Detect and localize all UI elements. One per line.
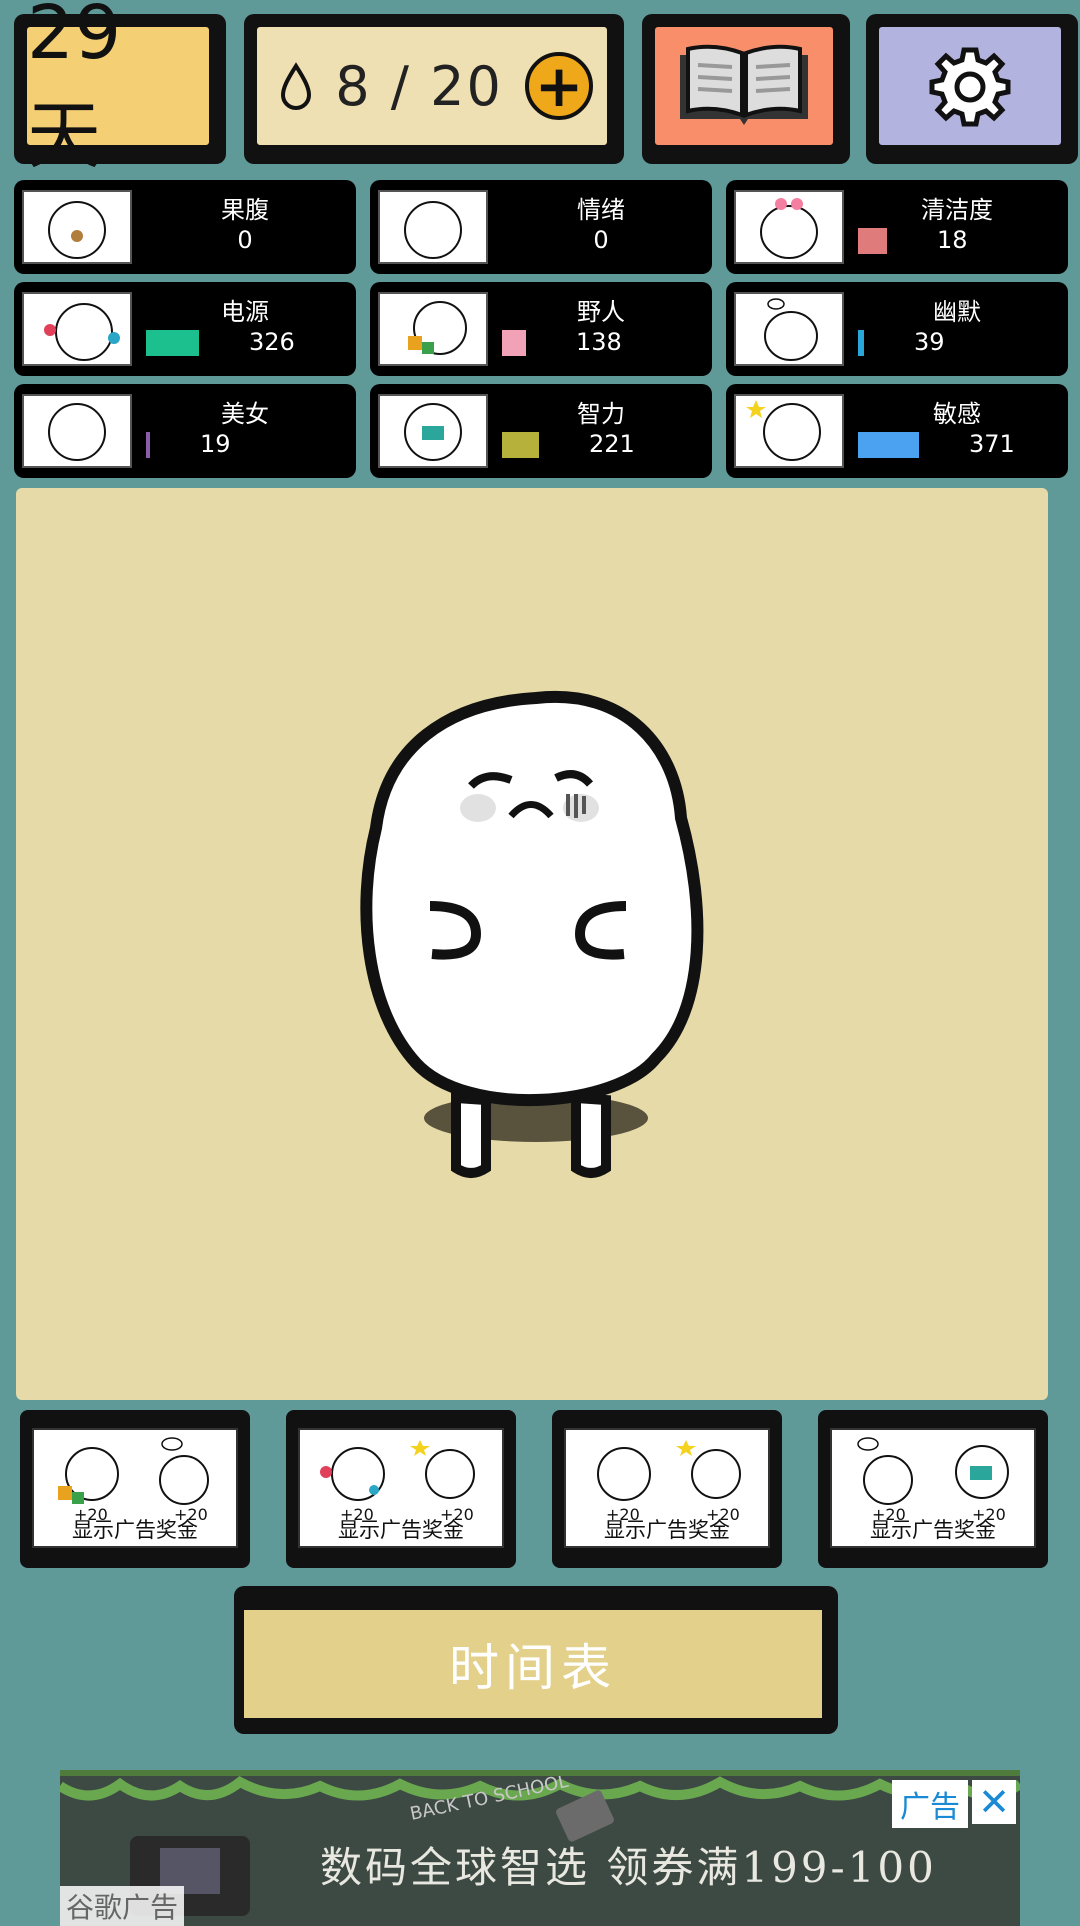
schedule-button-label: 时间表 (244, 1610, 822, 1718)
character-pair (597, 1440, 741, 1501)
character-portrait (22, 394, 132, 468)
stat-name: 电源 (221, 298, 269, 326)
stat-name: 清洁度 (921, 196, 993, 224)
ad-card-label: 显示广告奖金 (72, 1518, 198, 1542)
stat-name: 敏感 (933, 400, 981, 428)
stat-card-humor: 幽默 39 (726, 282, 1068, 376)
stat-value: 0 (237, 226, 253, 254)
stat-value: 19 (200, 430, 231, 458)
character-pair (857, 1437, 1009, 1505)
stat-value: 221 (589, 430, 635, 458)
character-portrait (734, 190, 844, 264)
stat-card-beauty: 美女 19 (14, 384, 356, 478)
character-portrait (734, 394, 844, 468)
stat-card-intelligence: 智力 221 (370, 384, 712, 478)
character-portrait (378, 394, 488, 468)
stat-bar (502, 330, 526, 356)
character-portrait (22, 292, 132, 366)
ad-label: 广告 (892, 1780, 968, 1828)
stat-value: 39 (914, 328, 945, 356)
banner-text: 数码全球智选 领券满199-100 (320, 1843, 937, 1892)
stat-value: 138 (576, 328, 622, 356)
gear-icon (929, 47, 1011, 127)
stat-bar (858, 432, 919, 458)
stat-name: 幽默 (933, 298, 981, 326)
stat-value: 18 (937, 226, 968, 254)
ad-card-label: 显示广告奖金 (338, 1518, 464, 1542)
stat-name: 果腹 (221, 196, 269, 224)
character-portrait (22, 190, 132, 264)
ad-bonus-button[interactable]: +20 +20 显示广告奖金 (818, 1410, 1048, 1568)
day-counter: 29 天 (14, 0, 226, 179)
schedule-button[interactable]: 时间表 (234, 1586, 838, 1734)
close-icon[interactable]: ✕ (972, 1780, 1016, 1824)
svg-text:BACK TO SCHOOL: BACK TO SCHOOL (408, 1776, 570, 1825)
stat-card-mood: 情绪 0 (370, 180, 712, 274)
stat-bar (858, 228, 887, 254)
ad-card-label: 显示广告奖金 (870, 1518, 996, 1542)
character-pair (58, 1437, 209, 1505)
book-icon (680, 44, 808, 125)
stat-card-power: 电源 326 (14, 282, 356, 376)
character-portrait (378, 190, 488, 264)
stat-name: 智力 (577, 400, 625, 428)
plus-icon: + (534, 52, 584, 120)
stat-bar (502, 432, 539, 458)
settings-button[interactable] (866, 14, 1078, 164)
character-portrait (378, 292, 488, 366)
stat-name: 美女 (221, 400, 269, 428)
ad-bonus-button[interactable]: +20 +20 显示广告奖金 (20, 1410, 250, 1568)
stat-name: 情绪 (577, 196, 625, 224)
stat-card-sensitivity: 敏感 371 (726, 384, 1068, 478)
ad-bonus-button[interactable]: +20 +20 显示广告奖金 (552, 1410, 782, 1568)
banner-ad[interactable]: BACK TO SCHOOL 数码全球智选 领券满199-100 广告 ✕ 谷歌… (60, 1770, 1020, 1926)
stat-value: 326 (249, 328, 295, 356)
stat-name: 野人 (577, 298, 625, 326)
google-ad-label: 谷歌广告 (60, 1886, 185, 1926)
stat-card-satiety: 果腹 0 (14, 180, 356, 274)
stat-value: 0 (593, 226, 609, 254)
stat-value: 371 (969, 430, 1015, 458)
stat-card-savage: 野人 138 (370, 282, 712, 376)
pet-character[interactable] (16, 488, 1048, 1400)
character-pair (320, 1440, 475, 1501)
ad-card-label: 显示广告奖金 (604, 1518, 730, 1542)
day-counter-label: 29 天 (24, 0, 212, 179)
water-panel: 8 / 20 + (244, 14, 624, 164)
ad-bonus-button[interactable]: +20 +20 显示广告奖金 (286, 1410, 516, 1568)
stat-bar (146, 330, 199, 356)
pet-stage (16, 488, 1048, 1400)
character-portrait (734, 292, 844, 366)
water-drop-icon (280, 62, 312, 110)
stat-card-cleanliness: 清洁度 18 (726, 180, 1068, 274)
ad-bonus-row: +20 +20 显示广告奖金 +20 +20 显示广告奖金 +20 +20 显示… (20, 1410, 1060, 1570)
water-count: 8 / 20 (335, 54, 503, 118)
add-water-button[interactable]: + (525, 52, 593, 120)
top-bar: 29 天 8 / 20 + (14, 0, 1078, 179)
book-button[interactable] (642, 14, 850, 164)
